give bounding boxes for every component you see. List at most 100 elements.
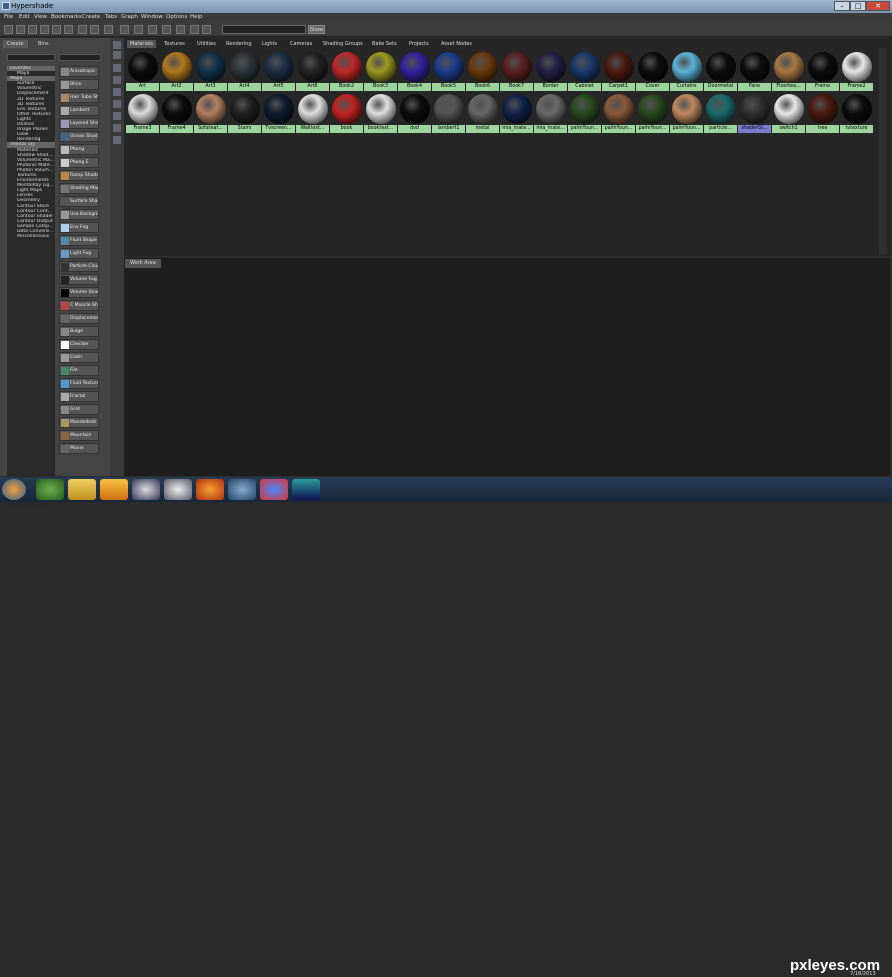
tab-bins[interactable]: Bins (34, 40, 53, 48)
globe-icon[interactable] (228, 479, 256, 500)
material-swatch[interactable]: Book4 (398, 51, 431, 91)
toolbar-button-2[interactable] (28, 25, 37, 34)
tab-projects[interactable]: Projects (409, 40, 429, 48)
panel-tool-icon-8[interactable] (113, 136, 121, 144)
toolbar-button-8[interactable] (104, 25, 113, 34)
toolbar-button-11[interactable] (148, 25, 157, 34)
material-swatch[interactable]: mia_mate... (500, 93, 533, 133)
toolbar-button-12[interactable] (162, 25, 171, 34)
firefox-icon[interactable] (196, 479, 224, 500)
material-swatch[interactable]: switch1 (772, 93, 805, 133)
node-phong-e[interactable]: Phong E (59, 157, 99, 168)
panel-tool-icon-7[interactable] (113, 124, 121, 132)
material-swatch[interactable]: Frame3 (126, 93, 159, 133)
menu-create[interactable]: Create (82, 14, 100, 20)
menu-window[interactable]: Window (141, 14, 163, 20)
menu-options[interactable]: Options (166, 14, 187, 20)
material-swatch[interactable]: Fane (738, 51, 771, 91)
node-c-muscle-shader[interactable]: C Muscle Shader (59, 300, 99, 311)
material-swatch[interactable]: Art5 (262, 51, 295, 91)
node-particle-cloud[interactable]: Particle Cloud (59, 261, 99, 272)
material-swatch[interactable]: Cabinet (568, 51, 601, 91)
material-swatch[interactable]: Book3 (364, 51, 397, 91)
material-swatch[interactable]: Tvscreen... (262, 93, 295, 133)
node-use-background[interactable]: Use Background (59, 209, 99, 220)
material-swatch[interactable]: Book6 (466, 51, 499, 91)
toolbar-button-14[interactable] (190, 25, 199, 34)
material-swatch[interactable]: Book7 (500, 51, 533, 91)
node-mandelbrot[interactable]: Mandelbrot (59, 417, 99, 428)
material-swatch[interactable]: book (330, 93, 363, 133)
node-env-fog[interactable]: Env Fog (59, 222, 99, 233)
node-bulge[interactable]: Bulge (59, 326, 99, 337)
toolbar-button-4[interactable] (52, 25, 61, 34)
material-swatch[interactable]: Art4 (228, 51, 261, 91)
material-swatch[interactable]: palmYoun... (670, 93, 703, 133)
tab-create[interactable]: Create (3, 40, 28, 48)
toolbar-button-5[interactable] (64, 25, 73, 34)
node-fluid-shape[interactable]: Fluid Shape (59, 235, 99, 246)
close-button[interactable]: ✕ (866, 1, 890, 11)
toolbar-button-6[interactable] (78, 25, 87, 34)
material-swatch[interactable]: palmYoun... (568, 93, 601, 133)
tab-bake-sets[interactable]: Bake Sets (372, 40, 397, 48)
node-displacement[interactable]: Displacement (59, 313, 99, 324)
node-ramp-shader[interactable]: Ramp Shader (59, 170, 99, 181)
material-swatch[interactable]: metal (466, 93, 499, 133)
material-swatch[interactable]: Art3 (194, 51, 227, 91)
eye-app-icon[interactable] (132, 479, 160, 500)
material-swatch[interactable]: mia_mate... (534, 93, 567, 133)
node-fluid-texture-2d[interactable]: Fluid Texture 2D (59, 378, 99, 389)
material-swatch[interactable]: tree (806, 93, 839, 133)
material-swatch[interactable]: palmYoun... (636, 93, 669, 133)
node-movie[interactable]: Movie (59, 443, 99, 454)
material-swatch[interactable]: Cover (636, 51, 669, 91)
media-player-icon[interactable] (100, 479, 128, 500)
toolbar-button-10[interactable] (134, 25, 143, 34)
material-swatch[interactable]: shaderGl... (738, 93, 771, 133)
node-light-fog[interactable]: Light Fog (59, 248, 99, 259)
material-swatch[interactable]: Stairs (228, 93, 261, 133)
toolbar-button-15[interactable] (202, 25, 211, 34)
tab-utilities[interactable]: Utilities (197, 40, 216, 48)
material-swatch[interactable]: Frame2 (840, 51, 873, 91)
panel-tool-icon-4[interactable] (113, 88, 121, 96)
maya-taskbar-icon[interactable] (292, 479, 320, 500)
node-surface-shader[interactable]: Surface Shader (59, 196, 99, 207)
toolbar-button-0[interactable] (4, 25, 13, 34)
panel-tool-icon-5[interactable] (113, 100, 121, 108)
maximize-button[interactable]: □ (850, 1, 866, 11)
menu-tabs[interactable]: Tabs (105, 14, 117, 20)
node-blinn[interactable]: Blinn (59, 79, 99, 90)
explorer-icon[interactable] (68, 479, 96, 500)
material-swatch[interactable]: Art2 (160, 51, 193, 91)
node-shading-map[interactable]: Shading Map (59, 183, 99, 194)
node-mountain[interactable]: Mountain (59, 430, 99, 441)
node-volume-shader[interactable]: Volume Shader (59, 287, 99, 298)
menu-view[interactable]: View (34, 14, 47, 20)
utorrent-icon[interactable] (36, 479, 64, 500)
material-swatch[interactable]: Art (126, 51, 159, 91)
panel-tool-icon-1[interactable] (113, 51, 121, 59)
material-swatch[interactable]: Sofateat... (194, 93, 227, 133)
tab-cameras[interactable]: Cameras (290, 40, 312, 48)
material-swatch[interactable]: Book5 (432, 51, 465, 91)
menu-help[interactable]: Help (190, 14, 203, 20)
material-swatch[interactable]: lambert1 (432, 93, 465, 133)
material-swatch[interactable]: Frame4 (160, 93, 193, 133)
tree-filter-field[interactable] (7, 54, 55, 61)
node-grid[interactable]: Grid (59, 404, 99, 415)
material-swatch[interactable]: Book2 (330, 51, 363, 91)
material-swatch[interactable]: Carpet1 (602, 51, 635, 91)
toolbar-button-3[interactable] (40, 25, 49, 34)
panel-tool-icon-0[interactable] (113, 41, 121, 49)
material-swatch[interactable]: booktext... (364, 93, 397, 133)
node-lambert[interactable]: Lambert (59, 105, 99, 116)
tab-lights[interactable]: Lights (262, 40, 277, 48)
start-button[interactable] (2, 479, 26, 500)
swatch-scrollbar[interactable] (879, 48, 887, 254)
menu-file[interactable]: File (4, 14, 13, 20)
node-fractal[interactable]: Fractal (59, 391, 99, 402)
material-swatch[interactable]: Walltext... (296, 93, 329, 133)
node-ocean-shader[interactable]: Ocean Shader (59, 131, 99, 142)
